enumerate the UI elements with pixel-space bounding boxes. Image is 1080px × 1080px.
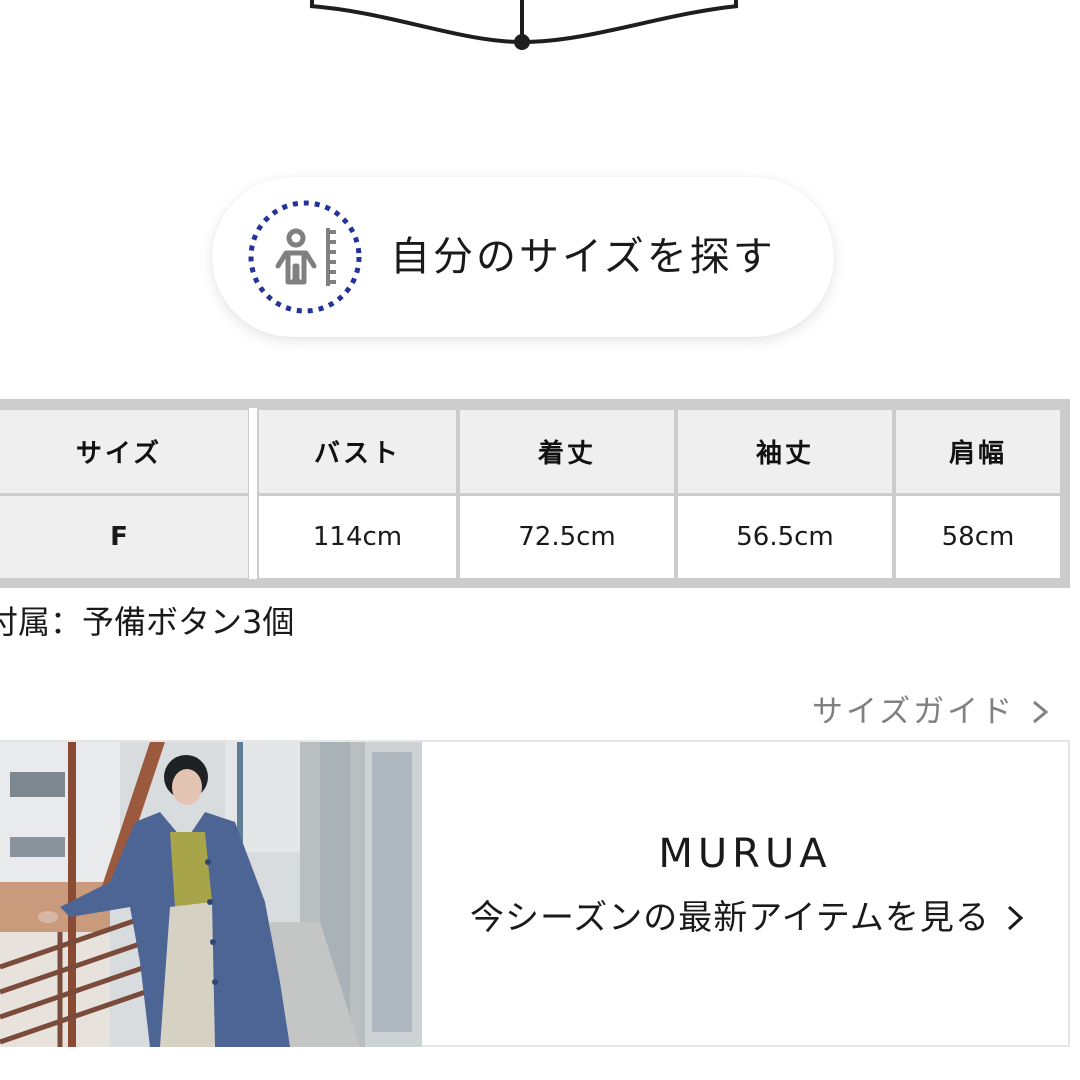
banner-cta-label: 今シーズンの最新アイテムを見る	[470, 898, 990, 938]
sticky-column-divider	[249, 408, 257, 579]
diagram-center-dot	[514, 34, 530, 50]
size-table: サイズ バスト 着丈 袖丈 肩幅 F 114cm 72.5cm 56.5cm 5…	[0, 399, 1070, 588]
find-my-size-label: 自分のサイズを探す	[390, 234, 776, 280]
find-my-size-button[interactable]: 自分のサイズを探す	[212, 177, 834, 337]
table-cell-bust: 114cm	[259, 496, 456, 578]
banner-cta[interactable]: 今シーズンの最新アイテムを見る	[470, 894, 1026, 942]
chevron-right-icon	[1033, 700, 1049, 724]
body-measure-icon	[246, 198, 364, 316]
model-in-blue-coat-photo	[0, 742, 422, 1047]
person-figure	[275, 228, 317, 285]
table-header-shoulder: 肩幅	[896, 410, 1060, 493]
chevron-right-icon	[1007, 905, 1024, 931]
brand-banner[interactable]: MURUA 今シーズンの最新アイテムを見る	[0, 740, 1070, 1047]
table-cell-length: 72.5cm	[460, 496, 674, 578]
table-header-size: サイズ	[0, 410, 248, 493]
size-guide-label: サイズガイド	[812, 694, 1016, 730]
size-guide-link[interactable]: サイズガイド	[812, 690, 1051, 734]
measurement-diagram-illustration	[309, 0, 739, 50]
brand-name: MURUA	[658, 831, 832, 877]
ruler	[326, 228, 336, 286]
table-header-bust: バスト	[259, 410, 456, 493]
table-cell-sleeve: 56.5cm	[678, 496, 892, 578]
accessory-note: 付属：予備ボタン3個	[0, 603, 295, 641]
table-cell-shoulder: 58cm	[896, 496, 1060, 578]
table-header-length: 着丈	[460, 410, 674, 493]
table-cell-size: F	[0, 496, 248, 578]
product-size-page: 自分のサイズを探す サイズ バスト 着丈 袖丈 肩幅 F 114cm 72.5c…	[0, 0, 1080, 1080]
table-header-sleeve: 袖丈	[678, 410, 892, 493]
